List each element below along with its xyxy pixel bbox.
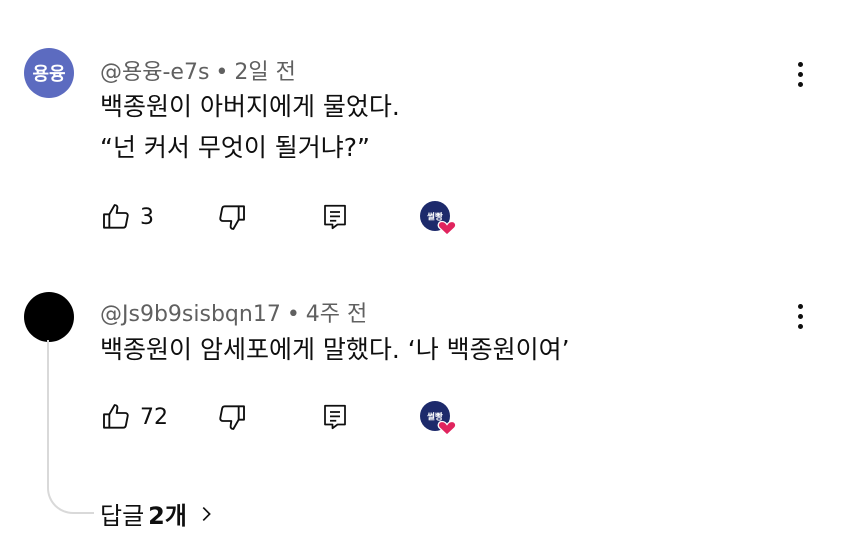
comment-text-line: 백종원이 아버지에게 물었다.: [100, 92, 400, 121]
dot-icon: [797, 313, 803, 319]
dislike-button[interactable]: [216, 197, 248, 237]
comment-meta: @Js9b9sisbqn17 • 4주 전: [100, 296, 367, 328]
dislike-button[interactable]: [216, 397, 248, 437]
comment-text-line: 백종원이 암세포에게 말했다. ‘나 백종원이여’: [100, 335, 570, 364]
reply-icon: [324, 204, 346, 230]
author-name[interactable]: @Js9b9sisbqn17: [100, 302, 281, 327]
comment-meta: @용융-e7s • 2일 전: [100, 54, 296, 86]
creator-badge-text: 썰빵: [427, 412, 443, 423]
avatar[interactable]: 용융: [24, 48, 74, 98]
dot-icon: [797, 71, 803, 77]
creator-badge-text: 썰빵: [427, 212, 443, 223]
creator-heart-icon: 썰빵: [420, 201, 457, 236]
reply-button[interactable]: [320, 197, 350, 237]
replies-label: 답글: [100, 502, 145, 530]
author-name[interactable]: @용융-e7s: [100, 60, 209, 85]
dot-icon: [797, 303, 803, 309]
like-button[interactable]: 72: [100, 397, 168, 437]
reply-button[interactable]: [320, 397, 350, 437]
dot-icon: [797, 81, 803, 87]
more-options-button[interactable]: [788, 299, 812, 333]
comment-actions: 72 썰빵: [100, 397, 500, 437]
thumbs-down-icon: [219, 405, 245, 430]
timestamp[interactable]: 4주 전: [306, 302, 367, 327]
avatar[interactable]: [24, 292, 74, 342]
meta-separator: •: [286, 302, 300, 327]
like-button[interactable]: 3: [100, 197, 154, 237]
thumbs-up-icon: [103, 204, 129, 229]
thumbs-down-icon: [219, 205, 245, 230]
view-replies-button[interactable]: 답글 2개: [100, 496, 217, 531]
more-options-button[interactable]: [788, 57, 812, 91]
avatar-initials: 용융: [32, 64, 66, 85]
replies-count: 2개: [148, 502, 187, 530]
chevron-right-icon: [202, 506, 211, 521]
reply-icon: [324, 404, 346, 430]
dot-icon: [797, 61, 803, 67]
comment-text-line: “넌 커서 무엇이 될거냐?”: [100, 133, 371, 162]
thread-line: [47, 340, 94, 514]
meta-separator: •: [215, 60, 229, 85]
like-count: 72: [140, 404, 168, 430]
creator-heart-icon: 썰빵: [420, 401, 457, 436]
thumbs-up-icon: [103, 404, 129, 429]
like-count: 3: [140, 204, 154, 230]
timestamp[interactable]: 2일 전: [234, 60, 295, 85]
comment-actions: 3 썰빵: [100, 197, 500, 237]
dot-icon: [797, 323, 803, 329]
